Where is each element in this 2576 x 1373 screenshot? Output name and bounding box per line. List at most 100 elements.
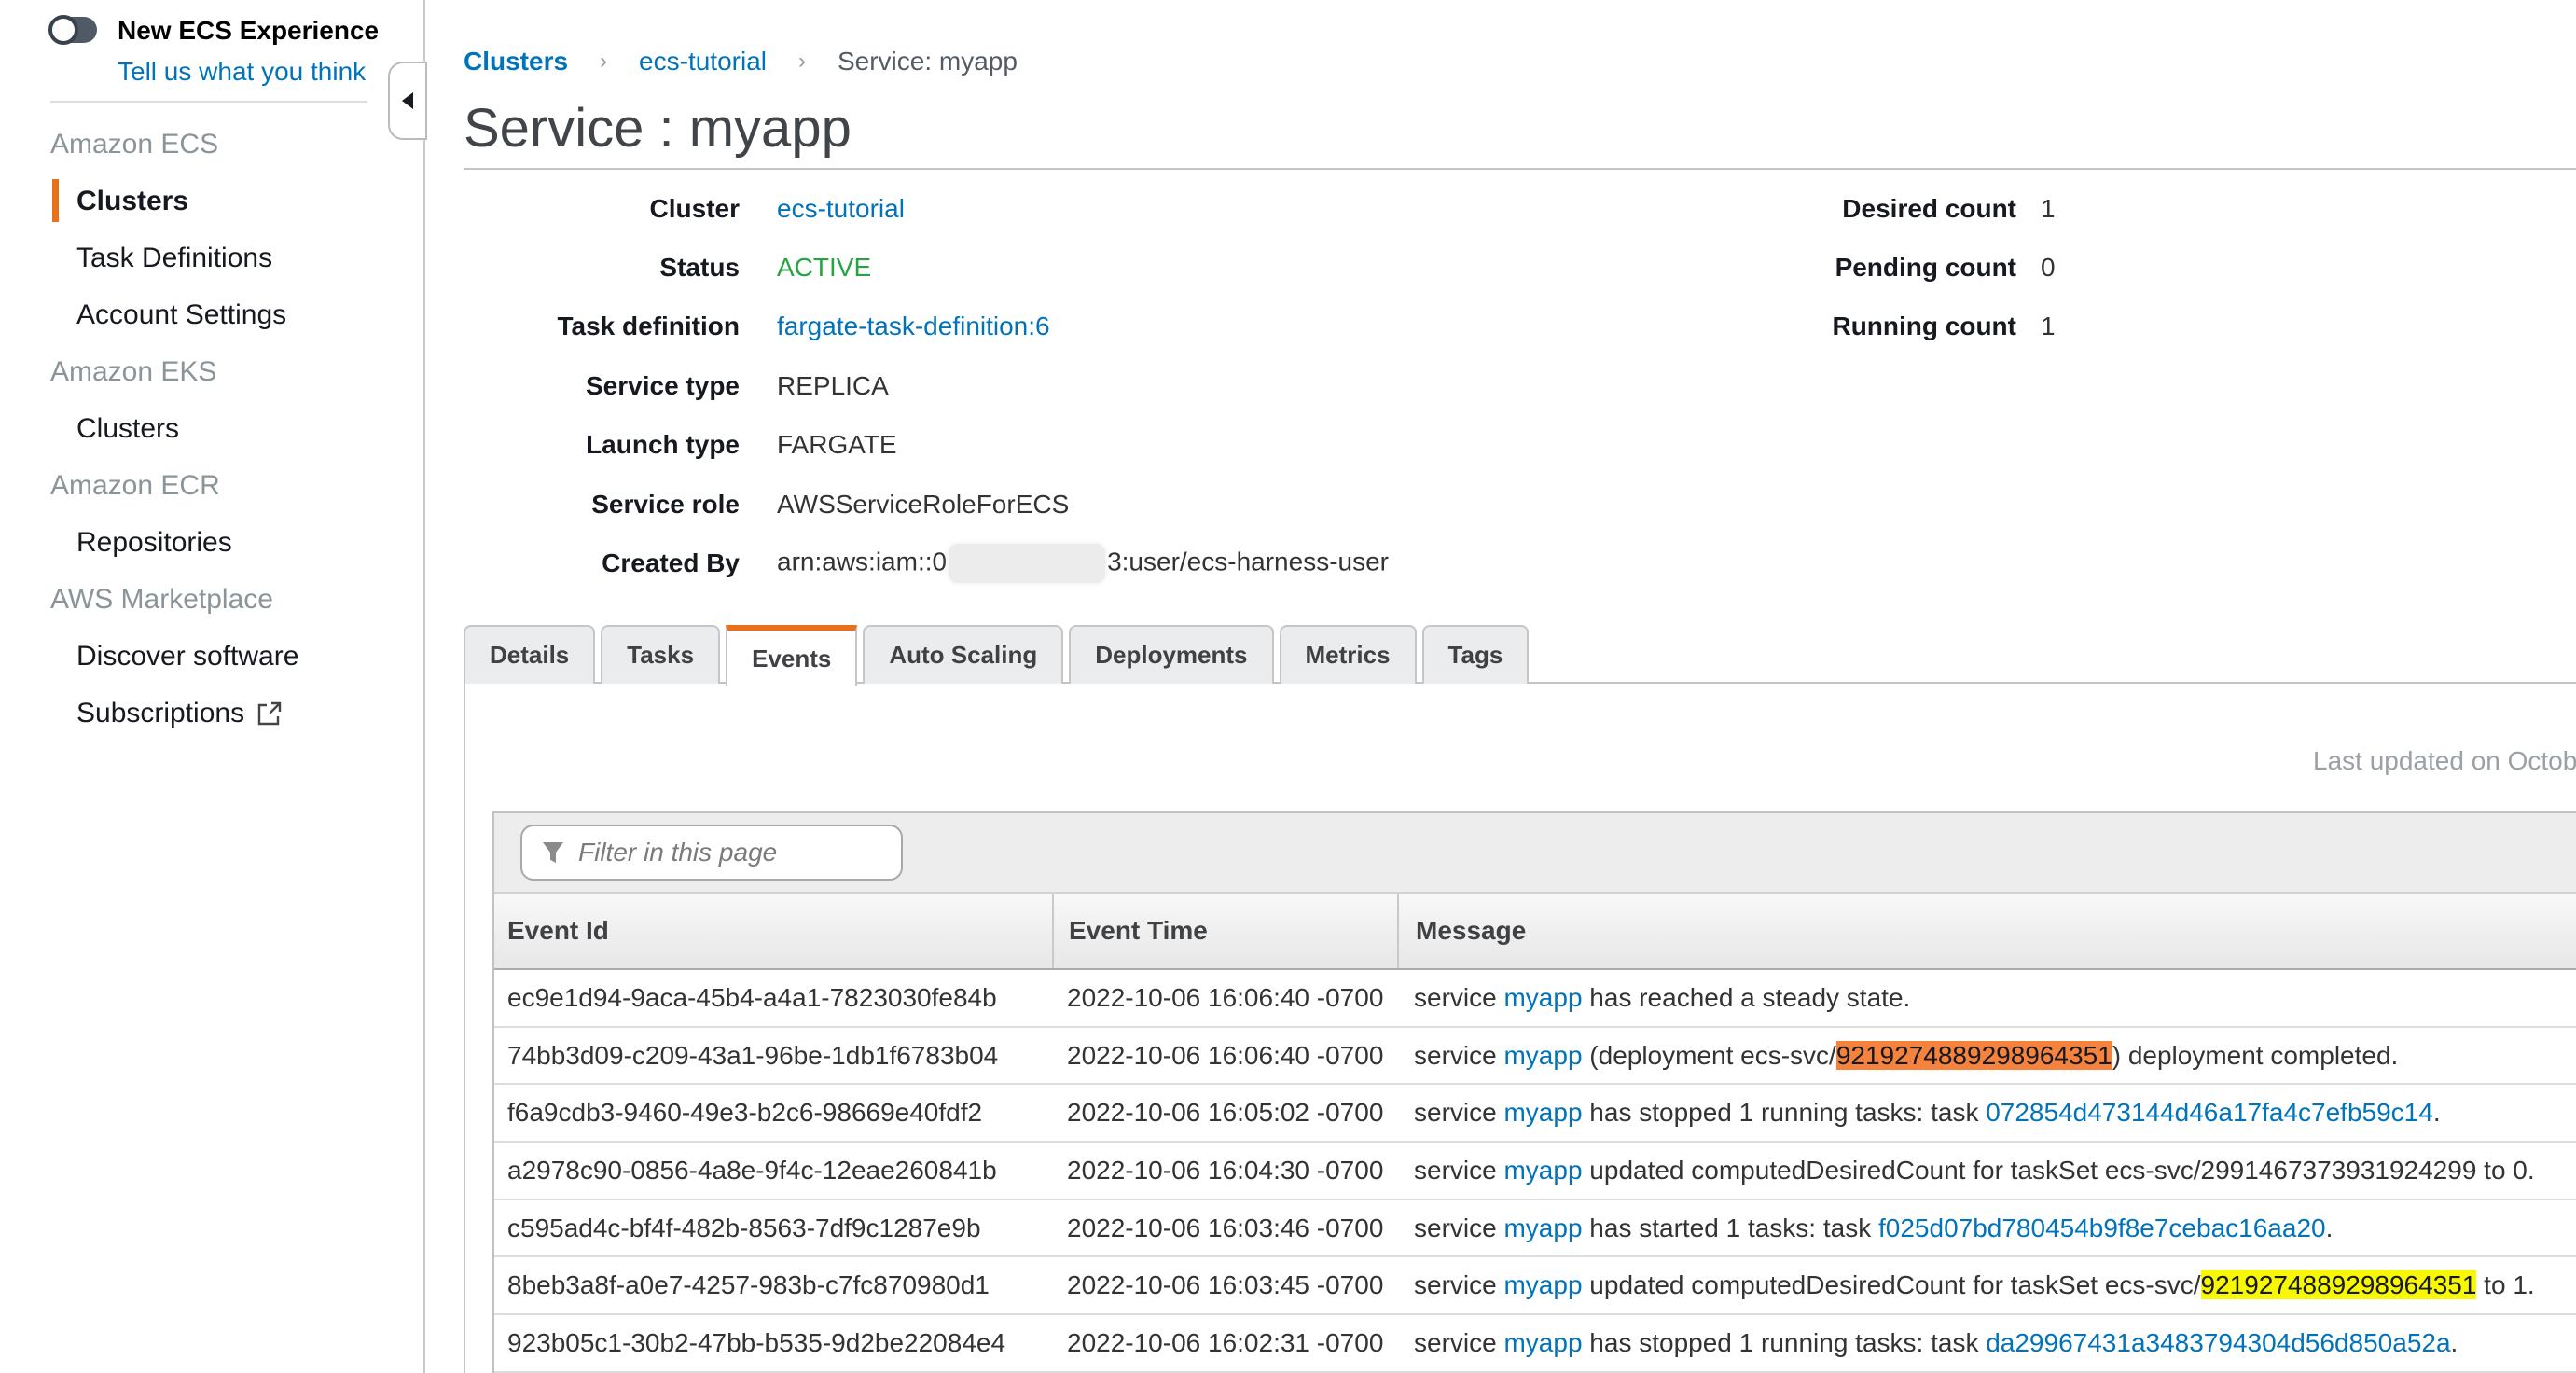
- tab-deployments[interactable]: Deployments: [1069, 625, 1273, 684]
- tab-details[interactable]: Details: [464, 625, 595, 684]
- highlighted-text: 9219274889298964351: [1836, 1041, 2112, 1070]
- message-text: service: [1414, 1270, 1503, 1299]
- detail-value[interactable]: ecs-tutorial: [777, 194, 905, 224]
- detail-row: Created Byarn:aws:iam::03:user/ecs-harne…: [464, 534, 1389, 592]
- column-header-label: Event Id: [507, 916, 609, 946]
- detail-value: AWSServiceRoleForECS: [777, 490, 1069, 520]
- last-updated-text: Last updated on Octob: [2313, 746, 2576, 776]
- event-message-cell: service myapp (deployment ecs-svc/921927…: [1397, 1041, 2576, 1071]
- detail-value[interactable]: fargate-task-definition:6: [777, 312, 1050, 341]
- event-message-cell: service myapp has stopped 1 running task…: [1397, 1328, 2576, 1358]
- sidebar-item-label: Amazon EKS: [50, 356, 216, 388]
- event-time-cell: 2022-10-06 16:06:40 -0700: [1052, 1041, 1397, 1071]
- tab-events[interactable]: Events: [726, 625, 857, 686]
- breadcrumb-separator: ›: [798, 49, 806, 75]
- detail-label: Service type: [464, 371, 740, 401]
- page-title: Service : myapp: [464, 97, 852, 159]
- message-text: service: [1414, 1328, 1503, 1357]
- count-row: Running count1: [1753, 298, 2056, 356]
- filter-icon: [541, 840, 565, 865]
- detail-value: REPLICA: [777, 371, 889, 401]
- inline-link[interactable]: f025d07bd780454b9f8e7cebac16aa20: [1878, 1214, 2326, 1242]
- inline-link[interactable]: myapp: [1503, 1098, 1582, 1127]
- tab-label: Metrics: [1306, 641, 1391, 670]
- sidebar-item-discover-software[interactable]: Discover software: [0, 628, 423, 685]
- count-value: 1: [2041, 194, 2056, 224]
- sidebar-item-task-definitions[interactable]: Task Definitions: [0, 229, 423, 286]
- message-text: .: [2326, 1214, 2334, 1242]
- message-text: arn:aws:iam::0: [777, 547, 947, 576]
- event-message-cell: service myapp updated computedDesiredCou…: [1397, 1270, 2576, 1300]
- filter-band: Filter in this page: [494, 813, 2576, 894]
- ecs-service-page: New ECS Experience Tell us what you thin…: [0, 0, 2576, 1373]
- breadcrumb: Clusters›ecs-tutorial›Service: myapp: [464, 47, 1018, 76]
- event-time-cell: 2022-10-06 16:02:31 -0700: [1052, 1328, 1397, 1358]
- event-message-cell: service myapp has started 1 tasks: task …: [1397, 1214, 2576, 1243]
- message-text: has stopped 1 running tasks: task: [1583, 1098, 1987, 1127]
- sidebar-item-subscriptions[interactable]: Subscriptions: [0, 685, 423, 742]
- tab-tasks[interactable]: Tasks: [601, 625, 720, 684]
- inline-link[interactable]: myapp: [1503, 1041, 1582, 1070]
- inline-link[interactable]: myapp: [1503, 1156, 1582, 1185]
- collapse-arrow-icon: [402, 92, 413, 109]
- inline-link[interactable]: 072854d473144d46a17fa4c7efb59c14: [1986, 1098, 2433, 1127]
- sidebar-section-header: AWS Marketplace: [0, 571, 423, 628]
- column-header-label: Event Time: [1069, 916, 1208, 946]
- event-id-cell: a2978c90-0856-4a8e-9f4c-12eae260841b: [494, 1156, 1052, 1186]
- table-row: ec9e1d94-9aca-45b4-a4a1-7823030fe84b2022…: [494, 970, 2576, 1028]
- sidebar-collapse-button[interactable]: [388, 62, 427, 140]
- inline-link[interactable]: myapp: [1503, 983, 1582, 1012]
- detail-value: ACTIVE: [777, 253, 871, 283]
- highlighted-text: 9219274889298964351: [2201, 1270, 2477, 1299]
- event-time-cell: 2022-10-06 16:05:02 -0700: [1052, 1098, 1397, 1128]
- feedback-link[interactable]: Tell us what you think: [118, 57, 366, 87]
- new-ecs-experience-toggle[interactable]: [50, 17, 97, 43]
- message-text: .: [2433, 1098, 2441, 1127]
- tab-bar: Details Tasks Events Auto Scaling Deployment…: [464, 625, 1534, 684]
- message-text: service: [1414, 1098, 1503, 1127]
- detail-row: Launch typeFARGATE: [464, 416, 1389, 475]
- count-label: Running count: [1753, 312, 2016, 341]
- tab-tags[interactable]: Tags: [1422, 625, 1530, 684]
- inline-link[interactable]: myapp: [1503, 1270, 1582, 1299]
- event-id-cell: 74bb3d09-c209-43a1-96be-1db1f6783b04: [494, 1041, 1052, 1071]
- tab-metrics[interactable]: Metrics: [1280, 625, 1417, 684]
- sidebar-item-account-settings[interactable]: Account Settings: [0, 286, 423, 343]
- detail-label: Service role: [464, 490, 740, 520]
- event-time-cell: 2022-10-06 16:03:45 -0700: [1052, 1270, 1397, 1300]
- event-id-cell: f6a9cdb3-9460-49e3-b2c6-98669e40fdf2: [494, 1098, 1052, 1128]
- message-text: ) deployment completed.: [2112, 1041, 2399, 1070]
- breadcrumb-item[interactable]: Clusters: [464, 47, 568, 76]
- selected-indicator-bar: [52, 179, 59, 222]
- inline-link[interactable]: da29967431a3483794304d56d850a52a: [1986, 1328, 2450, 1357]
- detail-label: Task definition: [464, 312, 740, 341]
- column-header-message: Message: [1397, 894, 2576, 968]
- count-value: 0: [2041, 253, 2056, 283]
- events-table-body: ec9e1d94-9aca-45b4-a4a1-7823030fe84b2022…: [494, 970, 2576, 1373]
- sidebar-item-label: Amazon ECR: [50, 470, 220, 502]
- filter-input[interactable]: Filter in this page: [520, 825, 903, 881]
- table-row: a2978c90-0856-4a8e-9f4c-12eae260841b2022…: [494, 1143, 2576, 1200]
- table-row: 923b05c1-30b2-47bb-b535-9d2be22084e42022…: [494, 1315, 2576, 1373]
- sidebar-item-repositories[interactable]: Repositories: [0, 514, 423, 571]
- inline-link[interactable]: myapp: [1503, 1214, 1582, 1242]
- inline-link[interactable]: myapp: [1503, 1328, 1582, 1357]
- message-text: updated computedDesiredCount for taskSet…: [1583, 1156, 2535, 1185]
- sidebar: New ECS Experience Tell us what you thin…: [0, 0, 425, 1373]
- tab-label: Tasks: [627, 641, 694, 670]
- filter-placeholder: Filter in this page: [578, 838, 777, 867]
- message-text: has reached a steady state.: [1583, 983, 1911, 1012]
- table-row: f6a9cdb3-9460-49e3-b2c6-98669e40fdf22022…: [494, 1085, 2576, 1143]
- column-header-event-id: Event Id: [494, 894, 1052, 968]
- breadcrumb-item[interactable]: ecs-tutorial: [639, 47, 767, 76]
- tab-label: Auto Scaling: [889, 641, 1037, 670]
- service-details: Clusterecs-tutorialStatusACTIVETask defi…: [464, 179, 1389, 593]
- event-time-cell: 2022-10-06 16:03:46 -0700: [1052, 1214, 1397, 1243]
- message-text: service: [1414, 1214, 1503, 1242]
- sidebar-item-clusters[interactable]: Clusters: [0, 173, 423, 229]
- message-text: has started 1 tasks: task: [1583, 1214, 1878, 1242]
- tab-auto-scaling[interactable]: Auto Scaling: [863, 625, 1063, 684]
- event-id-cell: ec9e1d94-9aca-45b4-a4a1-7823030fe84b: [494, 983, 1052, 1013]
- column-header-label: Message: [1416, 916, 1526, 946]
- sidebar-item-clusters[interactable]: Clusters: [0, 400, 423, 457]
